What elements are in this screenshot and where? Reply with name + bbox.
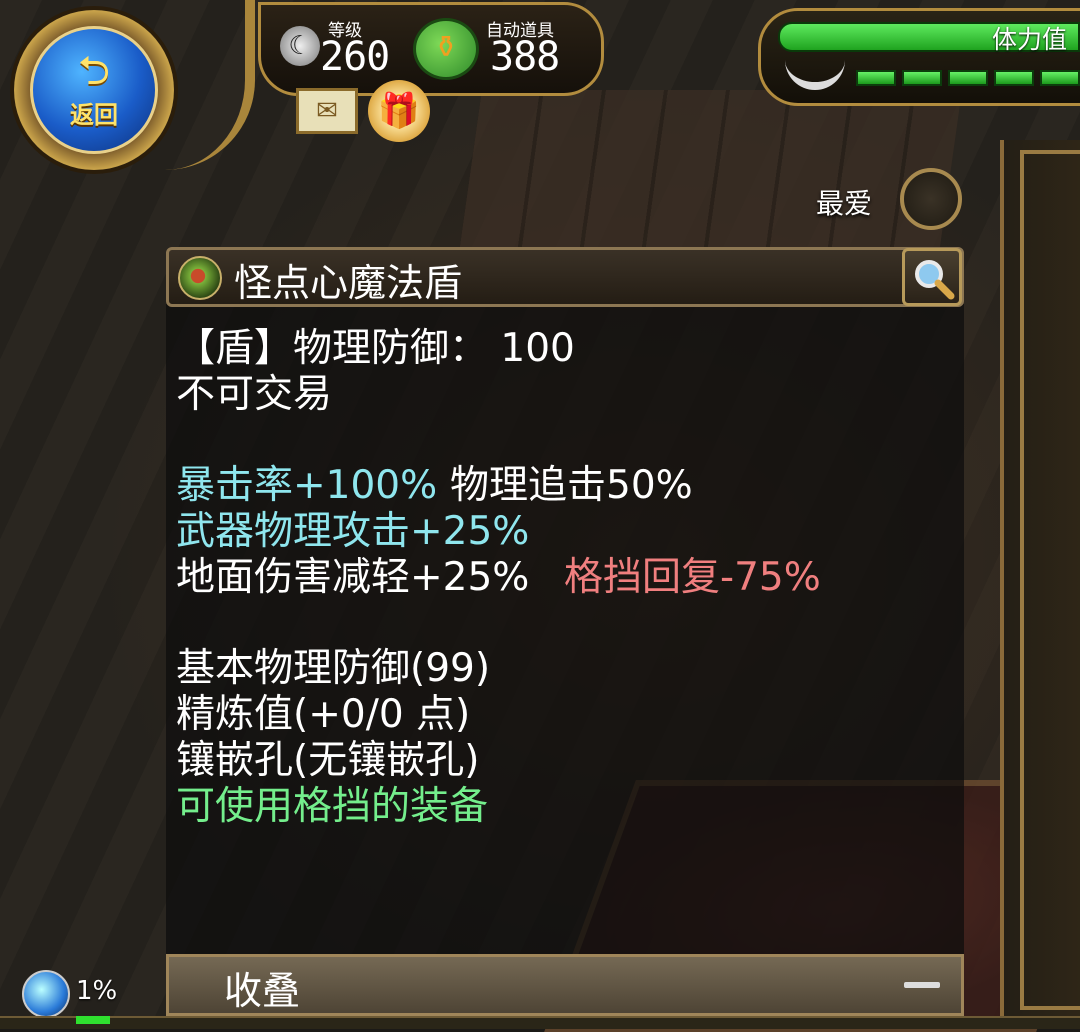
favorite-label: 最爱 — [816, 187, 873, 220]
background-shelves — [458, 90, 962, 260]
stamina-segment — [902, 70, 942, 86]
item-stat-line: 暴击率+100% — [176, 463, 438, 508]
stamina-segment — [994, 70, 1034, 86]
potion-pot-icon[interactable]: ⚱ — [413, 18, 479, 80]
item-stat-line: 镶嵌孔(无镶嵌孔) — [176, 738, 480, 783]
minus-icon — [904, 982, 940, 988]
stamina-label: 体力值 — [992, 25, 1068, 54]
stamina-segment — [1040, 70, 1080, 86]
item-stat-line: 地面伤害减轻+25% — [176, 555, 530, 600]
exp-percent: 1% — [76, 976, 118, 1006]
back-button-label: 返回 — [70, 100, 118, 129]
auto-item-value: 388 — [490, 34, 560, 80]
search-button[interactable] — [902, 248, 962, 306]
collapse-label: 收叠 — [224, 969, 301, 1013]
item-stat-line: 格挡回复-75% — [564, 555, 821, 600]
item-name: 怪点心魔法盾 — [234, 261, 463, 305]
item-stat-line: 可使用格挡的装备 — [176, 784, 489, 829]
mail-icon[interactable]: ✉ — [296, 88, 358, 134]
stamina-segment — [856, 70, 896, 86]
magnifier-icon — [915, 260, 955, 300]
side-panel-frame — [1020, 150, 1080, 1010]
item-stat-line: 【盾】物理防御： 100 — [176, 326, 575, 371]
stamina-segments — [856, 70, 1080, 86]
item-stat-line: 物理追击50% — [450, 463, 693, 508]
level-value: 260 — [320, 34, 390, 80]
stamina-segment — [948, 70, 988, 86]
crescent-icon: ☾ — [280, 26, 320, 66]
item-stat-line: 基本物理防御(99) — [176, 646, 491, 691]
item-stat-line: 精炼值(+0/0 点) — [176, 692, 471, 737]
shield-icon — [178, 256, 222, 300]
item-stat-line: 武器物理攻击+25% — [176, 509, 530, 554]
favorite-button[interactable] — [900, 168, 962, 230]
return-arrow-icon: ⮌ — [77, 47, 111, 94]
exp-bar-fill — [76, 1016, 110, 1024]
orb-icon — [22, 970, 70, 1018]
exp-bar — [0, 1016, 1080, 1029]
gift-icon[interactable]: 🎁 — [368, 80, 430, 142]
back-button[interactable]: ⮌ 返回 — [30, 26, 158, 154]
item-stat-line: 不可交易 — [176, 372, 333, 417]
